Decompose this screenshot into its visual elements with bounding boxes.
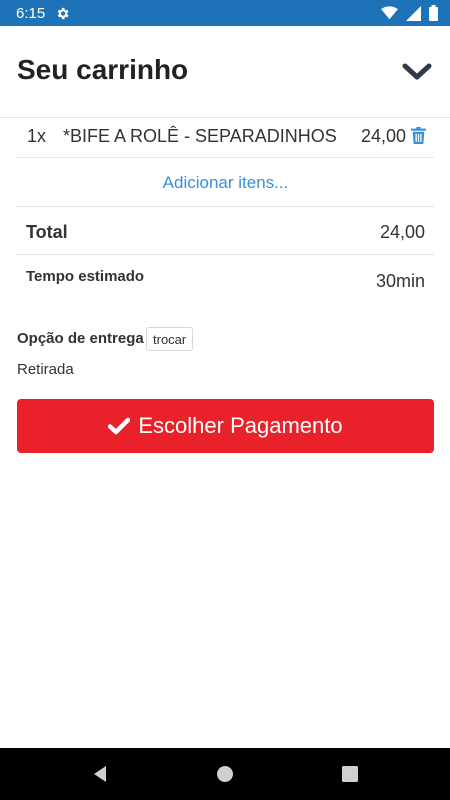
signal-icon [406,5,421,21]
status-left: 6:15 [16,5,70,22]
gear-icon [57,7,69,19]
total-row: Total 24,00 [17,208,434,255]
status-bar: 6:15 [0,0,450,26]
add-items-link[interactable]: Adicionar itens... [17,160,434,207]
choose-payment-label: Escolher Pagamento [138,413,343,438]
trash-icon [411,127,426,144]
check-icon [108,417,131,435]
item-quantity: 1x [27,126,47,146]
home-icon[interactable] [215,764,235,784]
swap-delivery-button[interactable]: trocar [146,327,194,351]
delivery-option-value: Retirada [17,361,74,378]
item-price: 24,00 [360,126,406,146]
total-label: Total [26,222,68,242]
status-right [381,5,438,21]
collapse-cart-button[interactable] [400,60,434,84]
cart-header: Seu carrinho [0,26,450,118]
battery-icon [429,5,438,21]
status-time: 6:15 [16,4,46,22]
estimated-time-value: 30min [375,271,425,291]
wifi-icon [381,6,398,20]
back-icon[interactable] [90,764,110,784]
page-title: Seu carrinho [17,54,189,85]
delivery-option-label: Opção de entrega [17,330,144,347]
cart-item-row: 1x *BIFE A ROLÊ - SEPARADINHOS 24,00 [17,118,434,158]
estimated-time-label: Tempo estimado [26,268,145,285]
delete-item-button[interactable] [411,127,426,149]
item-name: *BIFE A ROLÊ - SEPARADINHOS [63,126,337,146]
recent-apps-icon[interactable] [340,764,360,784]
navigation-bar [0,748,450,800]
estimated-time-row: Tempo estimado 30min [17,256,434,304]
total-value: 24,00 [379,222,425,242]
choose-payment-button[interactable]: Escolher Pagamento [17,399,434,453]
chevron-down-icon [402,63,432,80]
